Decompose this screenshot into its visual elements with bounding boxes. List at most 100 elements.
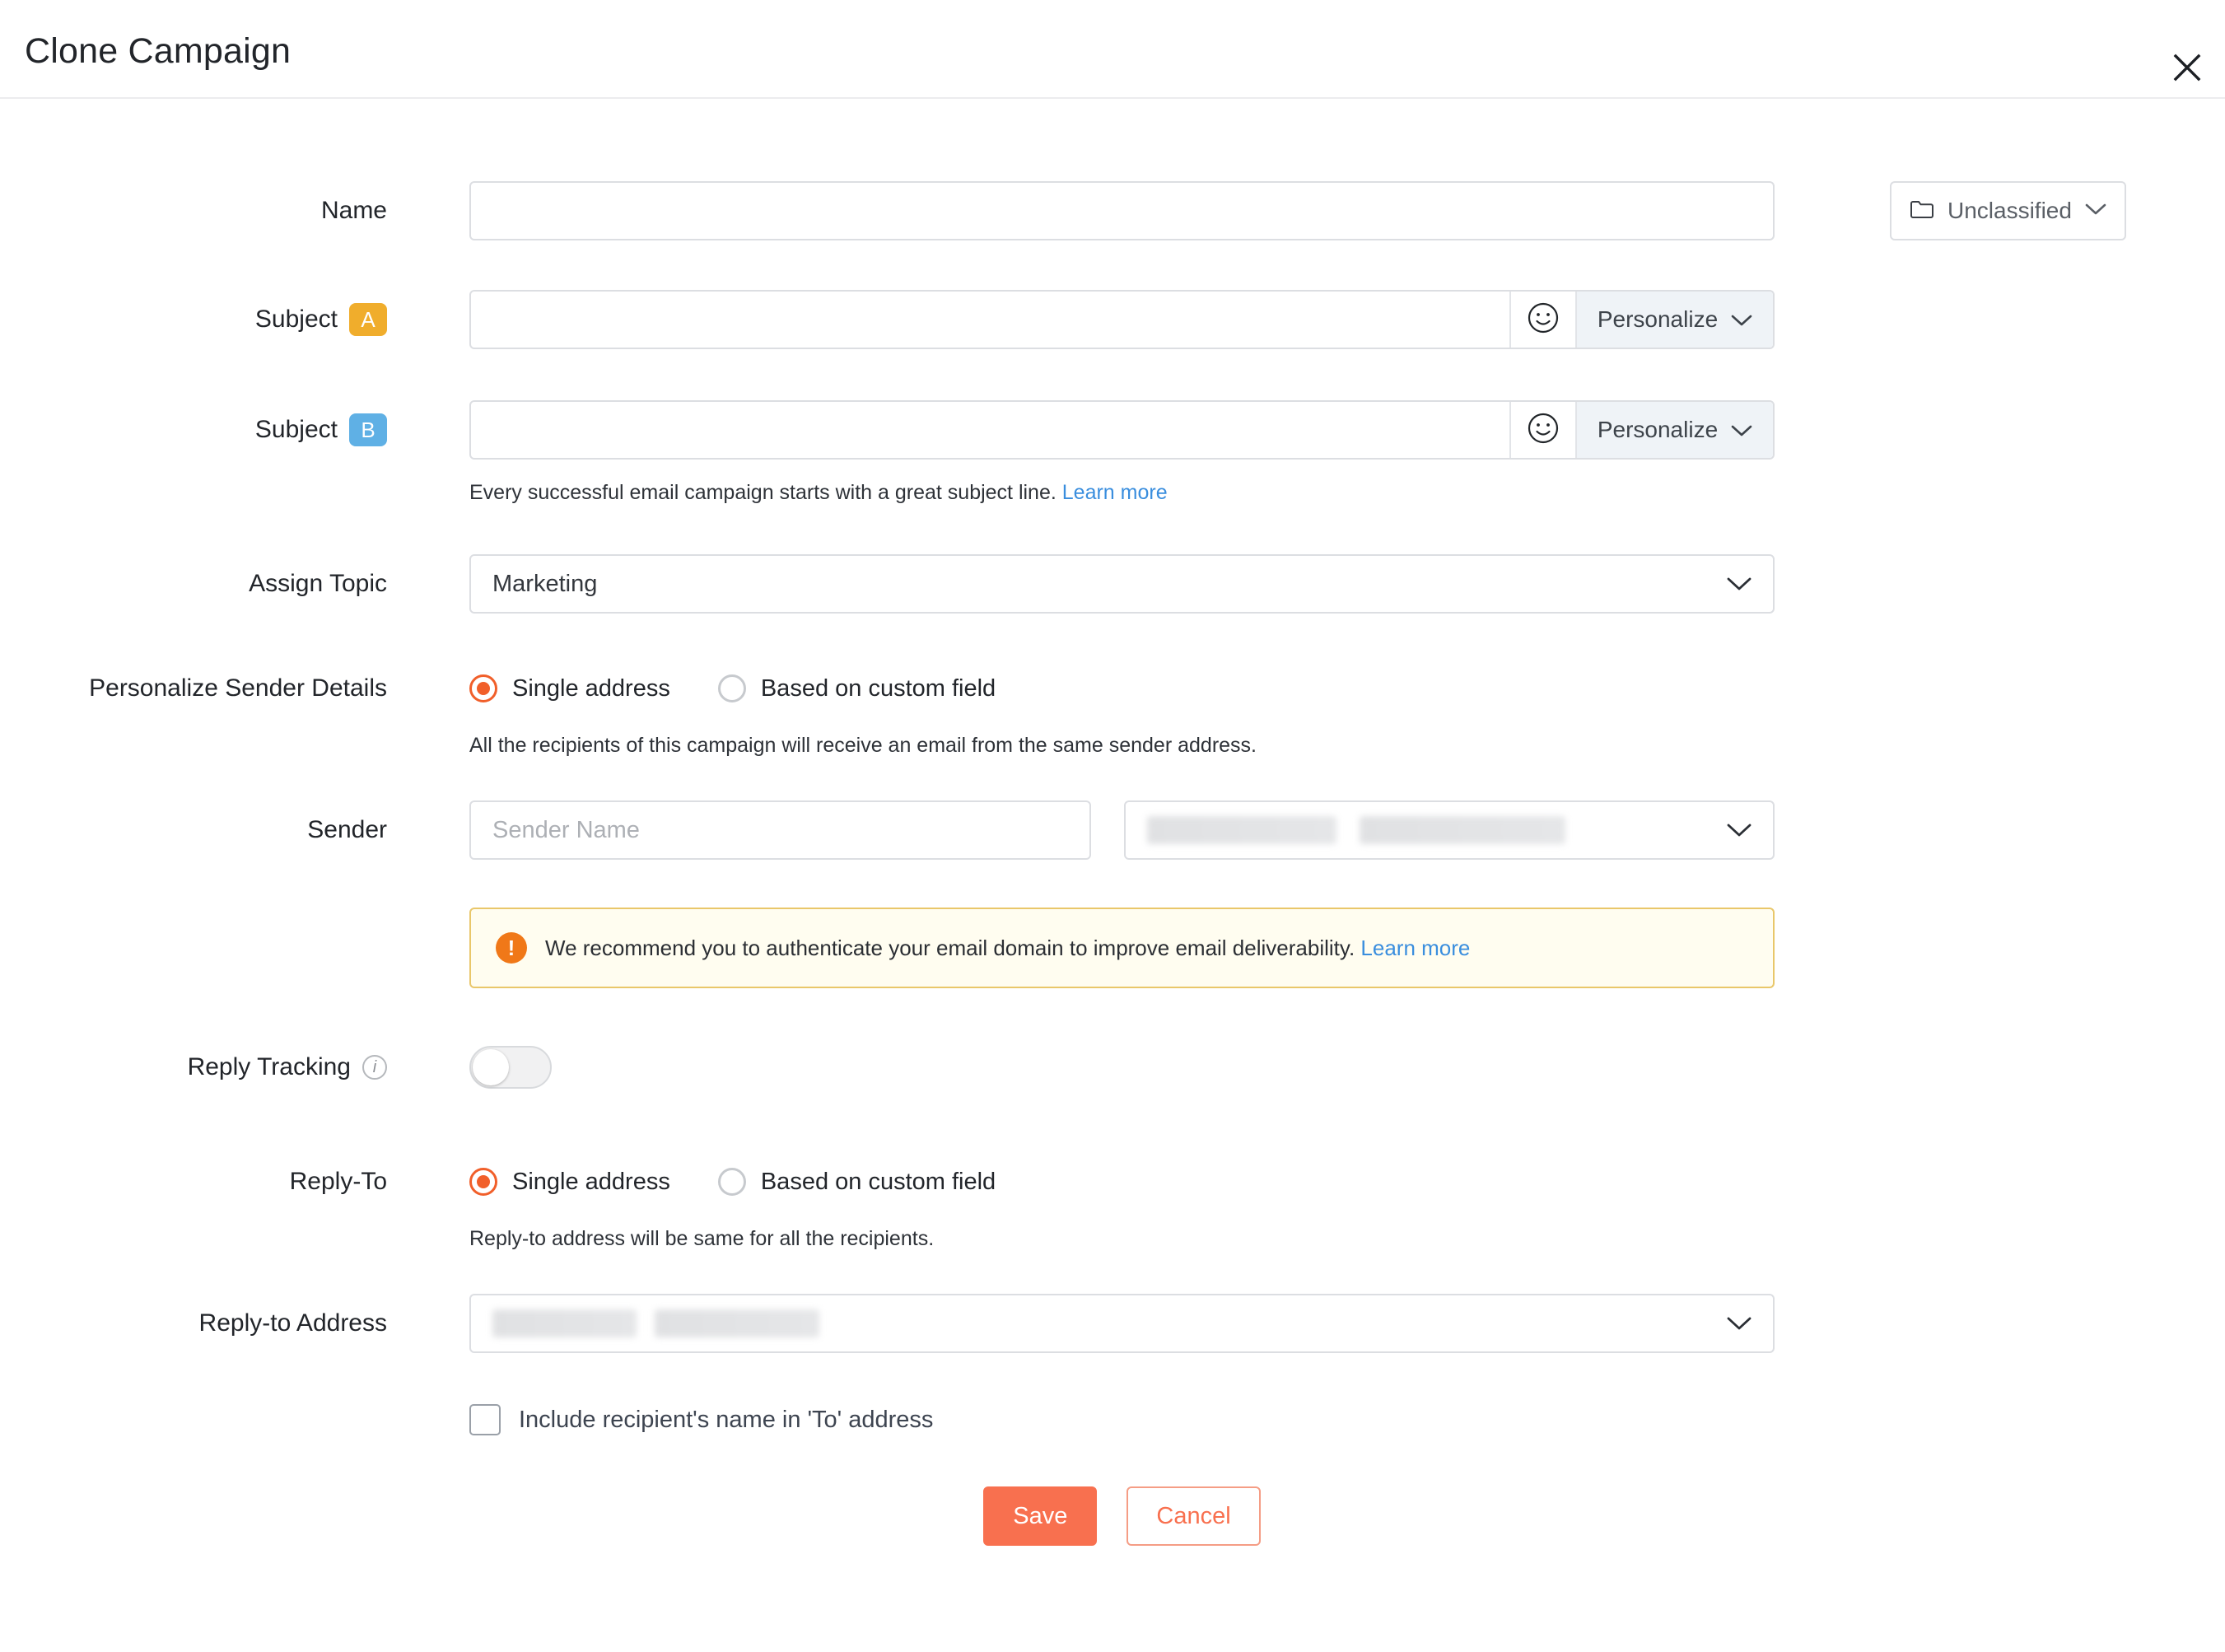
subject-b-badge: B xyxy=(349,413,387,446)
include-name-spacer xyxy=(0,1404,387,1435)
form-actions: Save Cancel xyxy=(469,1486,1775,1546)
radio-indicator xyxy=(469,1168,497,1196)
radio-sender-single-address[interactable]: Single address xyxy=(469,674,670,702)
reply-to-radio-group: Single address Based on custom field xyxy=(469,1163,996,1201)
personalize-b-label: Personalize xyxy=(1598,417,1718,443)
chevron-down-icon xyxy=(1731,417,1752,443)
cancel-button[interactable]: Cancel xyxy=(1126,1486,1260,1546)
reply-to-address-field-col xyxy=(469,1294,1775,1353)
reply-to-address-redacted-2 xyxy=(655,1309,819,1337)
actions-spacer xyxy=(0,1486,387,1546)
alert-exclamation-icon: ! xyxy=(496,932,527,964)
warning-text: We recommend you to authenticate your em… xyxy=(545,936,1355,960)
reply-tracking-field-col xyxy=(469,1046,552,1089)
radio-sender-custom-field[interactable]: Based on custom field xyxy=(718,674,996,702)
modal-header: Clone Campaign xyxy=(0,0,2225,99)
assign-topic-value: Marketing xyxy=(492,571,597,598)
radio-indicator xyxy=(469,674,497,702)
row-subject-a: Subject A Personalize xyxy=(0,290,2225,349)
subject-b-input[interactable] xyxy=(471,402,1509,458)
folder-value: Unclassified xyxy=(1947,198,2072,224)
chevron-down-icon xyxy=(1727,1316,1752,1331)
subject-a-input[interactable] xyxy=(471,292,1509,348)
subject-b-label: Subject B xyxy=(0,400,387,460)
radio-replyto-custom-field[interactable]: Based on custom field xyxy=(718,1168,996,1196)
row-include-recipient-name: Include recipient's name in 'To' address xyxy=(0,1404,2225,1435)
emoji-picker-button[interactable] xyxy=(1509,292,1575,348)
radio-label: Single address xyxy=(512,1169,670,1196)
emoji-picker-button[interactable] xyxy=(1509,402,1575,458)
row-subject-b: Subject B Personalize xyxy=(0,400,2225,505)
warning-text-wrap: We recommend you to authenticate your em… xyxy=(545,936,1470,961)
reply-tracking-label: Reply Tracking i xyxy=(0,1046,387,1089)
personalize-a-label: Personalize xyxy=(1598,306,1718,333)
sender-email-redacted-2 xyxy=(1360,816,1565,844)
row-reply-tracking: Reply Tracking i xyxy=(0,1046,2225,1089)
include-name-field-col: Include recipient's name in 'To' address xyxy=(469,1404,933,1435)
assign-topic-dropdown[interactable]: Marketing xyxy=(469,554,1775,614)
personalize-b-button[interactable]: Personalize xyxy=(1575,402,1773,458)
row-sender: Sender ! We recommend xyxy=(0,800,2225,988)
close-icon xyxy=(2173,54,2201,82)
personalize-a-button[interactable]: Personalize xyxy=(1575,292,1773,348)
reply-to-label: Reply-To xyxy=(0,1163,387,1201)
name-label: Name xyxy=(0,181,387,240)
domain-authentication-warning: ! We recommend you to authenticate your … xyxy=(469,908,1775,988)
include-recipient-name-checkbox[interactable] xyxy=(469,1404,501,1435)
page-title: Clone Campaign xyxy=(25,31,291,72)
reply-to-address-label: Reply-to Address xyxy=(0,1294,387,1353)
name-input[interactable] xyxy=(469,181,1775,240)
subject-a-label: Subject A xyxy=(0,290,387,349)
save-button[interactable]: Save xyxy=(983,1486,1097,1546)
radio-label: Single address xyxy=(512,675,670,702)
assign-topic-label: Assign Topic xyxy=(0,554,387,614)
radio-replyto-single-address[interactable]: Single address xyxy=(469,1168,670,1196)
sender-label: Sender xyxy=(0,800,387,860)
chevron-down-icon xyxy=(2085,203,2106,220)
radio-indicator xyxy=(718,1168,746,1196)
subject-hint-link[interactable]: Learn more xyxy=(1062,481,1168,504)
radio-label: Based on custom field xyxy=(761,1169,996,1196)
folder-icon xyxy=(1910,198,1934,224)
row-name: Name Unclassified xyxy=(0,99,2225,240)
clone-campaign-form: Name Unclassified Subject xyxy=(0,99,2225,1546)
row-reply-to-address: Reply-to Address xyxy=(0,1294,2225,1353)
name-field-col: Unclassified xyxy=(469,181,1775,240)
subject-a-field-col: Personalize xyxy=(469,290,1775,349)
toggle-knob xyxy=(473,1049,509,1085)
subject-hint-text: Every successful email campaign starts w… xyxy=(469,481,1057,504)
subject-b-field-col: Personalize Every successful email campa… xyxy=(469,400,1775,505)
sender-name-input[interactable] xyxy=(469,800,1091,860)
reply-to-field-col: Single address Based on custom field Rep… xyxy=(469,1163,996,1251)
chevron-down-icon xyxy=(1727,576,1752,591)
sender-email-dropdown[interactable] xyxy=(1124,800,1775,860)
sender-field-col: ! We recommend you to authenticate your … xyxy=(469,800,1775,988)
warning-link[interactable]: Learn more xyxy=(1360,936,1470,960)
row-personalize-sender: Personalize Sender Details Single addres… xyxy=(0,670,2225,758)
row-assign-topic: Assign Topic Marketing xyxy=(0,554,2225,614)
info-icon[interactable]: i xyxy=(362,1055,387,1080)
row-actions: Save Cancel xyxy=(0,1486,2225,1546)
reply-to-address-dropdown[interactable] xyxy=(469,1294,1775,1353)
reply-tracking-toggle[interactable] xyxy=(469,1046,552,1089)
row-reply-to: Reply-To Single address Based on custom … xyxy=(0,1163,2225,1251)
close-button[interactable] xyxy=(2162,43,2212,92)
personalize-sender-hint: All the recipients of this campaign will… xyxy=(469,734,1257,758)
chevron-down-icon xyxy=(1727,823,1752,838)
personalize-sender-label: Personalize Sender Details xyxy=(0,670,387,707)
subject-a-input-group: Personalize xyxy=(469,290,1775,349)
include-recipient-name-label: Include recipient's name in 'To' address xyxy=(519,1407,933,1434)
folder-dropdown[interactable]: Unclassified xyxy=(1890,181,2126,240)
subject-b-input-group: Personalize xyxy=(469,400,1775,460)
personalize-sender-radio-group: Single address Based on custom field xyxy=(469,670,1257,707)
radio-label: Based on custom field xyxy=(761,675,996,702)
subject-a-badge: A xyxy=(349,303,387,336)
subject-hint: Every successful email campaign starts w… xyxy=(469,481,1775,505)
sender-email-redacted xyxy=(1147,816,1336,844)
actions-col: Save Cancel xyxy=(469,1486,1775,1546)
personalize-sender-field-col: Single address Based on custom field All… xyxy=(469,670,1257,758)
chevron-down-icon xyxy=(1731,306,1752,333)
reply-to-hint: Reply-to address will be same for all th… xyxy=(469,1227,996,1251)
include-recipient-name-checkbox-row[interactable]: Include recipient's name in 'To' address xyxy=(469,1404,933,1435)
smiley-icon xyxy=(1527,301,1560,338)
